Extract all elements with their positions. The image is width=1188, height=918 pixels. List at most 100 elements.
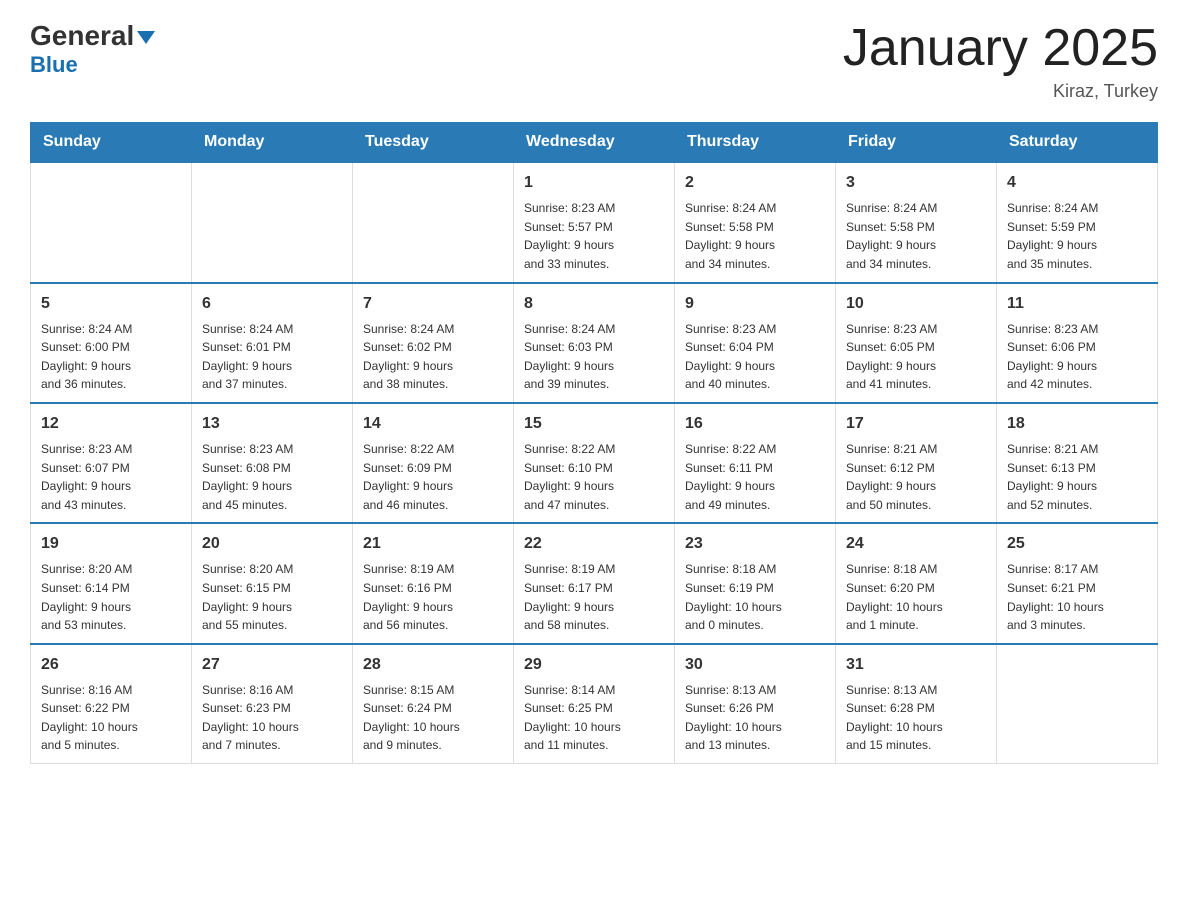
calendar-cell: 30Sunrise: 8:13 AM Sunset: 6:26 PM Dayli… xyxy=(675,644,836,764)
day-info: Sunrise: 8:17 AM Sunset: 6:21 PM Dayligh… xyxy=(1007,560,1147,634)
day-info: Sunrise: 8:23 AM Sunset: 6:05 PM Dayligh… xyxy=(846,320,986,394)
day-number: 19 xyxy=(41,532,181,556)
day-info: Sunrise: 8:22 AM Sunset: 6:11 PM Dayligh… xyxy=(685,440,825,514)
calendar-cell: 19Sunrise: 8:20 AM Sunset: 6:14 PM Dayli… xyxy=(31,523,192,643)
day-info: Sunrise: 8:19 AM Sunset: 6:16 PM Dayligh… xyxy=(363,560,503,634)
day-number: 27 xyxy=(202,653,342,677)
calendar-cell: 14Sunrise: 8:22 AM Sunset: 6:09 PM Dayli… xyxy=(353,403,514,523)
day-number: 15 xyxy=(524,412,664,436)
calendar-cell: 31 Sunrise: 8:13 AM Sunset: 6:28 PM Dayli… xyxy=(836,644,997,764)
calendar-cell: 10Sunrise: 8:23 AM Sunset: 6:05 PM Dayli… xyxy=(836,283,997,403)
day-info: Sunrise: 8:23 AM Sunset: 6:04 PM Dayligh… xyxy=(685,320,825,394)
day-info: Sunrise: 8:15 AM Sunset: 6:24 PM Dayligh… xyxy=(363,681,503,755)
day-info: Sunrise: 8:23 AM Sunset: 6:06 PM Dayligh… xyxy=(1007,320,1147,394)
day-info: Sunrise: 8:14 AM Sunset: 6:25 PM Dayligh… xyxy=(524,681,664,755)
calendar-cell: 18Sunrise: 8:21 AM Sunset: 6:13 PM Dayli… xyxy=(997,403,1158,523)
calendar-cell: 8 Sunrise: 8:24 AM Sunset: 6:03 PM Daylig… xyxy=(514,283,675,403)
day-info: Sunrise: 8:13 AM Sunset: 6:28 PM Dayligh… xyxy=(846,681,986,755)
day-number: 24 xyxy=(846,532,986,556)
day-info: Sunrise: 8:24 AM Sunset: 6:01 PM Dayligh… xyxy=(202,320,342,394)
day-header-saturday: Saturday xyxy=(997,123,1158,163)
calendar-table: SundayMondayTuesdayWednesdayThursdayFrid… xyxy=(30,122,1158,764)
day-number: 11 xyxy=(1007,292,1147,316)
day-number: 4 xyxy=(1007,171,1147,195)
day-number: 21 xyxy=(363,532,503,556)
calendar-header: SundayMondayTuesdayWednesdayThursdayFrid… xyxy=(31,123,1158,163)
calendar-cell: 2Sunrise: 8:24 AM Sunset: 5:58 PM Daylig… xyxy=(675,162,836,282)
day-header-tuesday: Tuesday xyxy=(353,123,514,163)
calendar-cell: 1 Sunrise: 8:23 AM Sunset: 5:57 PM Daylig… xyxy=(514,162,675,282)
day-number: 5 xyxy=(41,292,181,316)
calendar-cell: 20Sunrise: 8:20 AM Sunset: 6:15 PM Dayli… xyxy=(192,523,353,643)
calendar-week-5: 26 Sunrise: 8:16 AM Sunset: 6:22 PM Dayli… xyxy=(31,644,1158,764)
day-info: Sunrise: 8:24 AM Sunset: 6:03 PM Dayligh… xyxy=(524,320,664,394)
day-info: Sunrise: 8:19 AM Sunset: 6:17 PM Dayligh… xyxy=(524,560,664,634)
calendar-cell: 16Sunrise: 8:22 AM Sunset: 6:11 PM Dayli… xyxy=(675,403,836,523)
day-number: 20 xyxy=(202,532,342,556)
day-number: 29 xyxy=(524,653,664,677)
day-header-wednesday: Wednesday xyxy=(514,123,675,163)
day-info: Sunrise: 8:23 AM Sunset: 6:07 PM Dayligh… xyxy=(41,440,181,514)
calendar-cell: 6 Sunrise: 8:24 AM Sunset: 6:01 PM Daylig… xyxy=(192,283,353,403)
calendar-cell: 27 Sunrise: 8:16 AM Sunset: 6:23 PM Dayli… xyxy=(192,644,353,764)
calendar-cell: 11 Sunrise: 8:23 AM Sunset: 6:06 PM Dayli… xyxy=(997,283,1158,403)
calendar-cell: 17 Sunrise: 8:21 AM Sunset: 6:12 PM Dayli… xyxy=(836,403,997,523)
day-number: 23 xyxy=(685,532,825,556)
calendar-cell: 28Sunrise: 8:15 AM Sunset: 6:24 PM Dayli… xyxy=(353,644,514,764)
day-number: 22 xyxy=(524,532,664,556)
calendar-cell xyxy=(31,162,192,282)
day-number: 26 xyxy=(41,653,181,677)
day-info: Sunrise: 8:22 AM Sunset: 6:09 PM Dayligh… xyxy=(363,440,503,514)
day-number: 7 xyxy=(363,292,503,316)
day-info: Sunrise: 8:21 AM Sunset: 6:13 PM Dayligh… xyxy=(1007,440,1147,514)
day-header-monday: Monday xyxy=(192,123,353,163)
day-number: 6 xyxy=(202,292,342,316)
calendar-cell: 21 Sunrise: 8:19 AM Sunset: 6:16 PM Dayli… xyxy=(353,523,514,643)
day-info: Sunrise: 8:21 AM Sunset: 6:12 PM Dayligh… xyxy=(846,440,986,514)
calendar-cell: 22 Sunrise: 8:19 AM Sunset: 6:17 PM Dayli… xyxy=(514,523,675,643)
day-info: Sunrise: 8:24 AM Sunset: 6:00 PM Dayligh… xyxy=(41,320,181,394)
calendar-cell: 5 Sunrise: 8:24 AM Sunset: 6:00 PM Daylig… xyxy=(31,283,192,403)
calendar-cell: 7 Sunrise: 8:24 AM Sunset: 6:02 PM Daylig… xyxy=(353,283,514,403)
day-number: 1 xyxy=(524,171,664,195)
day-number: 17 xyxy=(846,412,986,436)
day-info: Sunrise: 8:22 AM Sunset: 6:10 PM Dayligh… xyxy=(524,440,664,514)
calendar-week-4: 19Sunrise: 8:20 AM Sunset: 6:14 PM Dayli… xyxy=(31,523,1158,643)
day-info: Sunrise: 8:24 AM Sunset: 5:59 PM Dayligh… xyxy=(1007,199,1147,273)
calendar-week-1: 1 Sunrise: 8:23 AM Sunset: 5:57 PM Daylig… xyxy=(31,162,1158,282)
calendar-cell: 13 Sunrise: 8:23 AM Sunset: 6:08 PM Dayli… xyxy=(192,403,353,523)
day-info: Sunrise: 8:23 AM Sunset: 6:08 PM Dayligh… xyxy=(202,440,342,514)
day-number: 13 xyxy=(202,412,342,436)
calendar-body: 1 Sunrise: 8:23 AM Sunset: 5:57 PM Daylig… xyxy=(31,162,1158,763)
day-info: Sunrise: 8:24 AM Sunset: 6:02 PM Dayligh… xyxy=(363,320,503,394)
calendar-cell: 3Sunrise: 8:24 AM Sunset: 5:58 PM Daylig… xyxy=(836,162,997,282)
calendar-cell: 9 Sunrise: 8:23 AM Sunset: 6:04 PM Daylig… xyxy=(675,283,836,403)
day-info: Sunrise: 8:18 AM Sunset: 6:19 PM Dayligh… xyxy=(685,560,825,634)
calendar-cell: 25 Sunrise: 8:17 AM Sunset: 6:21 PM Dayli… xyxy=(997,523,1158,643)
day-info: Sunrise: 8:16 AM Sunset: 6:23 PM Dayligh… xyxy=(202,681,342,755)
day-number: 31 xyxy=(846,653,986,677)
day-header-friday: Friday xyxy=(836,123,997,163)
calendar-cell: 15 Sunrise: 8:22 AM Sunset: 6:10 PM Dayli… xyxy=(514,403,675,523)
calendar-cell xyxy=(192,162,353,282)
location: Kiraz, Turkey xyxy=(843,81,1158,102)
calendar-cell: 12Sunrise: 8:23 AM Sunset: 6:07 PM Dayli… xyxy=(31,403,192,523)
day-number: 2 xyxy=(685,171,825,195)
calendar-cell: 4 Sunrise: 8:24 AM Sunset: 5:59 PM Daylig… xyxy=(997,162,1158,282)
day-number: 8 xyxy=(524,292,664,316)
day-info: Sunrise: 8:13 AM Sunset: 6:26 PM Dayligh… xyxy=(685,681,825,755)
calendar-cell: 26 Sunrise: 8:16 AM Sunset: 6:22 PM Dayli… xyxy=(31,644,192,764)
calendar-cell xyxy=(353,162,514,282)
page-header: General Blue January 2025 Kiraz, Turkey xyxy=(30,20,1158,102)
day-info: Sunrise: 8:16 AM Sunset: 6:22 PM Dayligh… xyxy=(41,681,181,755)
calendar-cell xyxy=(997,644,1158,764)
logo: General Blue xyxy=(30,20,155,78)
day-info: Sunrise: 8:18 AM Sunset: 6:20 PM Dayligh… xyxy=(846,560,986,634)
calendar-cell: 24 Sunrise: 8:18 AM Sunset: 6:20 PM Dayli… xyxy=(836,523,997,643)
day-number: 25 xyxy=(1007,532,1147,556)
day-number: 9 xyxy=(685,292,825,316)
day-info: Sunrise: 8:23 AM Sunset: 5:57 PM Dayligh… xyxy=(524,199,664,273)
title-block: January 2025 Kiraz, Turkey xyxy=(843,20,1158,102)
day-number: 3 xyxy=(846,171,986,195)
calendar-cell: 29 Sunrise: 8:14 AM Sunset: 6:25 PM Dayli… xyxy=(514,644,675,764)
